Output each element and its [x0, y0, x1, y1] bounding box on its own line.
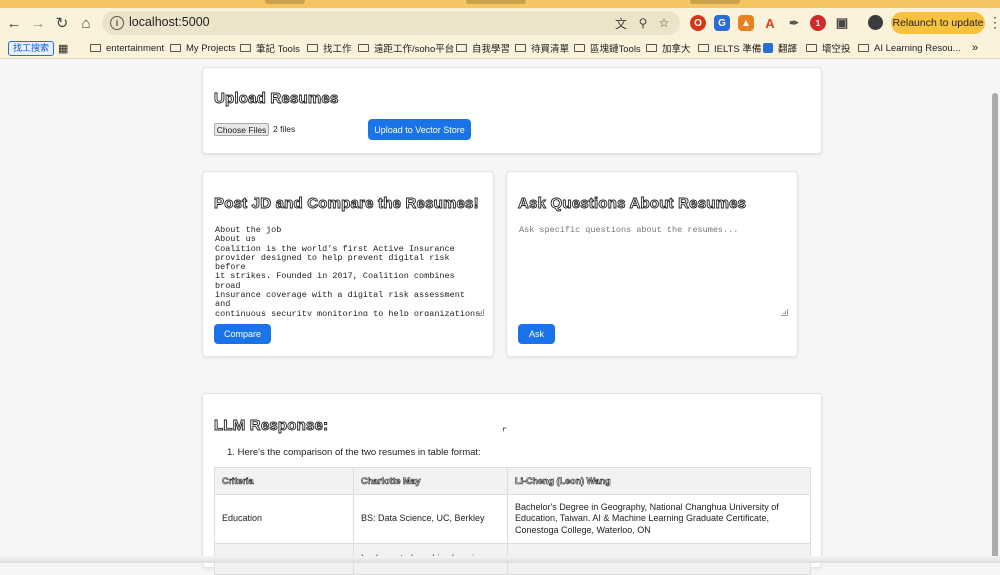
folder-icon	[90, 44, 101, 52]
table-cell: BS: Data Science, UC, Berkley	[353, 494, 508, 544]
forward-icon[interactable]: →	[27, 8, 49, 38]
bookmark-folder[interactable]: 找工作	[307, 41, 352, 55]
bookmark-folder[interactable]: 壞空投	[806, 41, 851, 55]
folder-icon	[358, 44, 369, 52]
header-candidate-2: Li-Cheng (Leon) Wang	[507, 467, 811, 495]
table-cell: Education	[214, 494, 354, 544]
bookmark-folder[interactable]: 待買清單	[515, 41, 569, 55]
translate-fav-icon	[763, 43, 773, 53]
reload-icon[interactable]: ↻	[51, 8, 73, 38]
bookmark-link[interactable]: 翻譯	[763, 41, 797, 55]
upload-title: Upload Resumes	[214, 90, 339, 108]
bookmark-label: 筆記 Tools	[256, 44, 300, 55]
bookmark-folder[interactable]: AI Learning Resou...	[858, 41, 961, 55]
extension-badge-icon[interactable]: 1	[810, 15, 826, 31]
resize-grip-icon[interactable]	[477, 309, 484, 316]
home-icon[interactable]: ⌂	[75, 8, 97, 38]
google-translate-icon[interactable]: G	[714, 15, 730, 31]
star-icon[interactable]: ☆	[655, 14, 673, 32]
ask-button[interactable]: Ask	[518, 324, 555, 344]
resize-grip-icon[interactable]	[781, 309, 788, 316]
back-icon[interactable]: ←	[3, 8, 25, 38]
file-count: 2 files	[273, 124, 296, 134]
bookmark-label: 遠距工作/soho平台	[374, 44, 455, 55]
browser-toolbar: ← → ↻ ⌂ i localhost:5000 文 ⚲ ☆ O G ▲ A ✒…	[0, 8, 1000, 38]
folder-icon	[515, 44, 526, 52]
choose-files-button[interactable]: Choose Files	[214, 123, 269, 136]
jd-textarea[interactable]: About the job About us Coalition is the …	[215, 226, 483, 316]
folder-icon	[574, 44, 585, 52]
bookmark-folder[interactable]: 自我學習	[456, 41, 510, 55]
window-edge	[0, 556, 1000, 563]
bookmark-folder[interactable]: 加拿大	[646, 41, 691, 55]
menu-icon[interactable]: ⋮	[988, 15, 1000, 29]
tab-strip	[0, 0, 1000, 8]
bookmark-folder[interactable]: entertainment	[90, 41, 164, 55]
table-row: Education BS: Data Science, UC, Berkley …	[214, 494, 811, 544]
apps-grid-icon[interactable]: ▦	[58, 41, 68, 55]
text-cursor-icon: ⌜	[502, 427, 508, 439]
bookmark-label: 找工作	[323, 44, 352, 55]
bookmark-folder[interactable]: IELTS 準備	[698, 41, 761, 55]
bookmark-label: IELTS 準備	[714, 44, 762, 55]
bookmark-label: 自我學習	[472, 44, 511, 55]
extension-a-icon[interactable]: A	[762, 15, 778, 31]
compare-button[interactable]: Compare	[214, 324, 271, 344]
bookmark-tag[interactable]: 找工搜索	[8, 41, 55, 56]
opera-icon[interactable]: O	[690, 15, 706, 31]
bookmark-label: My Projects	[186, 42, 236, 54]
upload-card	[202, 67, 822, 154]
table-header-row: Criteria Charlotte May Li-Cheng (Leon) W…	[214, 467, 811, 495]
list-number: 1.	[227, 447, 235, 458]
folder-icon	[456, 44, 467, 52]
metamask-icon[interactable]: ▲	[738, 15, 754, 31]
zoom-icon[interactable]: ⚲	[634, 14, 652, 32]
bookmark-folder[interactable]: My Projects	[170, 41, 236, 55]
tab[interactable]	[265, 0, 305, 4]
scrollbar[interactable]	[992, 93, 998, 563]
bookmark-label: 加拿大	[662, 44, 691, 55]
tab[interactable]	[690, 0, 740, 4]
avatar[interactable]	[868, 15, 883, 30]
info-icon[interactable]: i	[110, 16, 124, 30]
question-textarea[interactable]: Ask specific questions about the resumes…	[519, 225, 787, 316]
header-candidate-1: Charlotte May	[353, 467, 508, 495]
badge-count: 1	[815, 18, 821, 28]
tab[interactable]	[466, 0, 526, 4]
bookmark-label: entertainment	[106, 42, 165, 54]
intro-text: Here's the comparison of the two resumes…	[237, 447, 481, 458]
translate-icon[interactable]: 文	[612, 14, 630, 32]
bookmark-label: 待買清單	[531, 44, 570, 55]
url-text[interactable]: localhost:5000	[129, 15, 210, 29]
more-bookmarks-icon[interactable]: »	[972, 41, 978, 55]
folder-icon	[806, 44, 817, 52]
folder-icon	[240, 44, 251, 52]
folder-icon	[858, 44, 869, 52]
compare-title: Post JD and Compare the Resumes!	[214, 195, 480, 213]
bookmark-label: 翻譯	[778, 44, 798, 55]
bookmark-label: AI Learning Resou...	[874, 42, 961, 54]
bookmark-label: 壞空投	[822, 44, 851, 55]
puzzle-icon[interactable]: ▣	[834, 15, 850, 31]
address-bar[interactable]: i localhost:5000 文 ⚲ ☆	[102, 11, 680, 35]
table-cell: Bachelor's Degree in Geography, National…	[507, 494, 811, 544]
bookmark-folder[interactable]: 區塊鏈Tools	[574, 41, 641, 55]
relaunch-button[interactable]: Relaunch to update	[891, 12, 985, 34]
folder-icon	[307, 44, 318, 52]
folder-icon	[698, 44, 709, 52]
upload-button[interactable]: Upload to Vector Store	[368, 119, 471, 140]
bookmarks-bar: 找工搜索 ▦ entertainment My Projects 筆記 Tool…	[0, 38, 1000, 59]
response-intro: 1. Here's the comparison of the two resu…	[227, 447, 481, 458]
folder-icon	[646, 44, 657, 52]
bookmark-label: 區塊鏈Tools	[590, 44, 641, 55]
header-criteria: Criteria	[214, 467, 354, 495]
pen-icon[interactable]: ✒	[786, 15, 802, 31]
ask-title: Ask Questions About Resumes	[518, 195, 747, 213]
bookmark-folder[interactable]: 遠距工作/soho平台	[358, 41, 454, 55]
folder-icon	[170, 44, 181, 52]
response-title: LLM Response:	[214, 417, 329, 435]
bookmark-folder[interactable]: 筆記 Tools	[240, 41, 300, 55]
